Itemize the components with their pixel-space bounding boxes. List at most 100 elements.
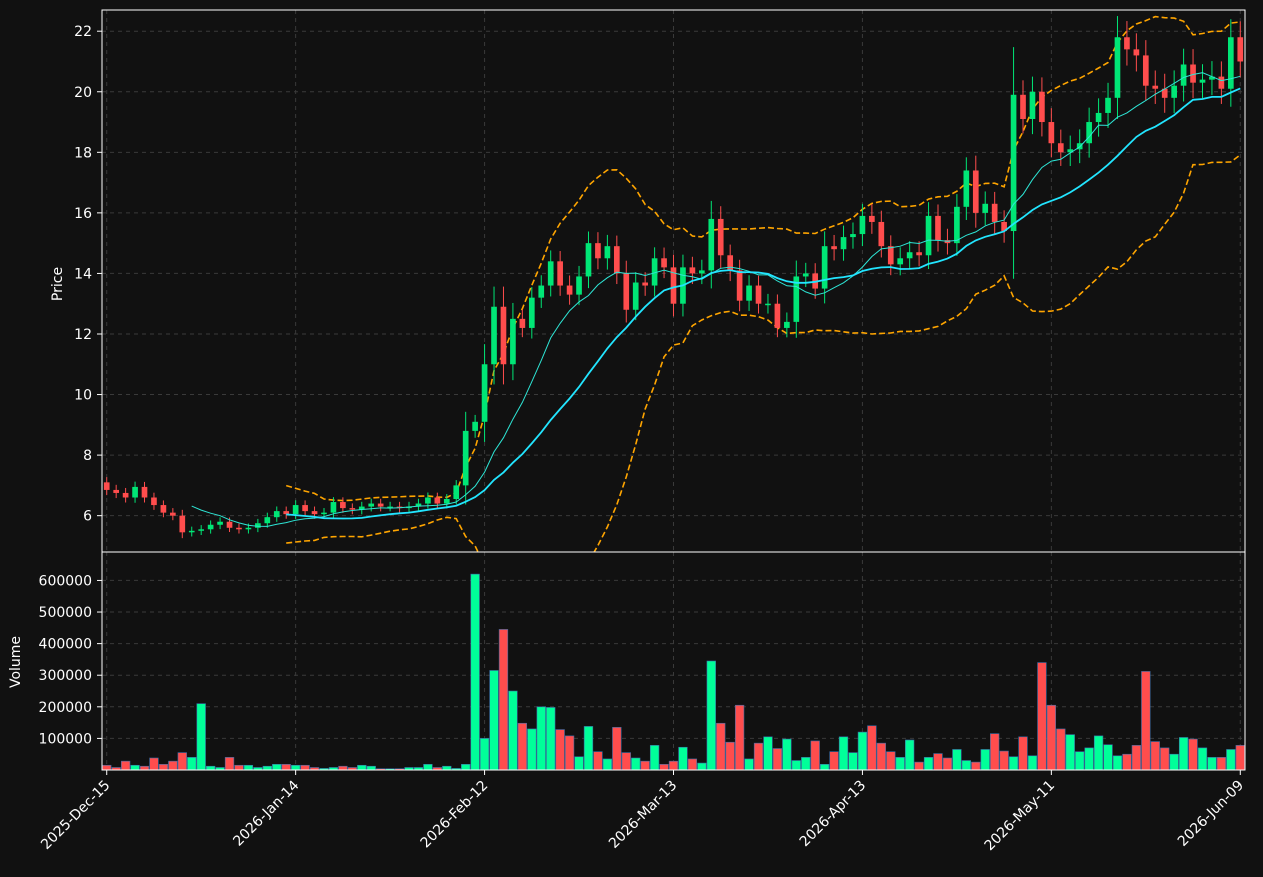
candle-body (547, 261, 554, 286)
volume-bar (1008, 756, 1019, 771)
volume-bar (848, 752, 858, 771)
volume-bar (234, 764, 244, 771)
candle-body (1124, 37, 1130, 50)
volume-bar (149, 757, 159, 771)
volume-bar (980, 749, 990, 771)
candle-body (954, 206, 960, 244)
candle-body (613, 246, 620, 274)
candle-body (604, 246, 611, 259)
price-tick-label: 20 (74, 85, 92, 101)
candle-body (1199, 79, 1206, 83)
candle-body (368, 503, 375, 507)
candle-body (557, 261, 563, 286)
volume-bar (243, 764, 254, 771)
volume-bar (593, 751, 603, 771)
candle-body (916, 252, 922, 256)
volume-bar (102, 764, 112, 771)
candle-body (236, 527, 242, 530)
price-axis-label: Price (50, 267, 66, 301)
candle-body (453, 485, 460, 500)
volume-bar (1075, 751, 1085, 771)
volume-bar (1112, 755, 1123, 771)
candle-body (746, 285, 752, 301)
candle-body (1105, 97, 1111, 113)
candle-body (538, 285, 545, 298)
candle-body (377, 503, 384, 507)
volume-bar (366, 765, 376, 771)
volume-bar (536, 706, 546, 771)
candle-body (510, 318, 516, 365)
volume-bar (914, 761, 924, 771)
volume-bar (716, 722, 726, 771)
volume-bar (1027, 755, 1038, 771)
volume-tick-label: 600000 (39, 573, 92, 589)
candle-body (1095, 112, 1102, 123)
candle-body (103, 482, 110, 490)
volume-bar (602, 758, 613, 771)
candle-body (255, 523, 261, 528)
candle-body (198, 529, 205, 531)
price-tick-label: 12 (74, 327, 92, 343)
candle-body (566, 285, 573, 295)
volume-bar (1037, 662, 1047, 771)
volume-bar (697, 762, 707, 771)
candle-body (1142, 55, 1149, 86)
candle-body (774, 303, 781, 328)
candle-body (321, 512, 327, 515)
candle-body (935, 215, 941, 241)
candle-body (519, 318, 526, 328)
candle-body (1227, 37, 1234, 89)
volume-bar (612, 727, 622, 771)
volume-bar (423, 764, 433, 771)
volume-bar (281, 764, 291, 771)
volume-bar (498, 629, 509, 771)
candle-body (623, 273, 630, 310)
candle-body (632, 282, 639, 310)
volume-tick-label: 200000 (39, 700, 92, 716)
candle-body (132, 486, 138, 498)
candlestick-volume-chart: 6 8 10 12 14 16 18 20 22 Price 100000 200000 30000… (0, 0, 1263, 873)
candle-body (122, 492, 129, 498)
volume-bar (564, 735, 575, 771)
candle-body (755, 285, 762, 304)
candle-body (661, 258, 667, 268)
volume-bar (1160, 747, 1170, 771)
candle-body (1086, 122, 1092, 144)
price-tick-label: 18 (74, 145, 92, 161)
price-tick-label: 14 (74, 266, 92, 282)
volume-bar (886, 751, 896, 771)
volume-bar (527, 728, 537, 771)
candle-body (302, 505, 308, 512)
candle-body (859, 215, 866, 235)
volume-bar (631, 757, 641, 771)
volume-bar (1122, 753, 1132, 771)
candle-body (141, 486, 148, 498)
price-tick-label: 16 (74, 206, 92, 222)
volume-bar (555, 729, 565, 771)
candle-body (170, 512, 176, 516)
candle-body (897, 258, 904, 265)
candle-body (906, 252, 913, 259)
candle-body (226, 521, 233, 528)
candle-body (500, 306, 507, 365)
volume-bar (442, 765, 452, 771)
candle-body (481, 364, 488, 422)
volume-tick-label: 300000 (39, 668, 92, 684)
candle-body (585, 243, 592, 277)
candle-body (273, 511, 280, 518)
candle-body (784, 321, 790, 328)
candle-body (1010, 94, 1017, 232)
volume-bar (1216, 757, 1227, 771)
candle-body (991, 203, 998, 222)
price-tick-label: 22 (74, 24, 92, 40)
volume-bar (168, 760, 178, 771)
volume-bar (838, 736, 849, 771)
candle-body (963, 170, 970, 207)
candle-body (642, 282, 648, 286)
candle-body (349, 508, 356, 510)
volume-bar (470, 573, 480, 771)
candle-body (595, 243, 601, 259)
volume-bar (867, 725, 877, 771)
candle-body (869, 215, 875, 222)
volume-bar (177, 752, 187, 771)
